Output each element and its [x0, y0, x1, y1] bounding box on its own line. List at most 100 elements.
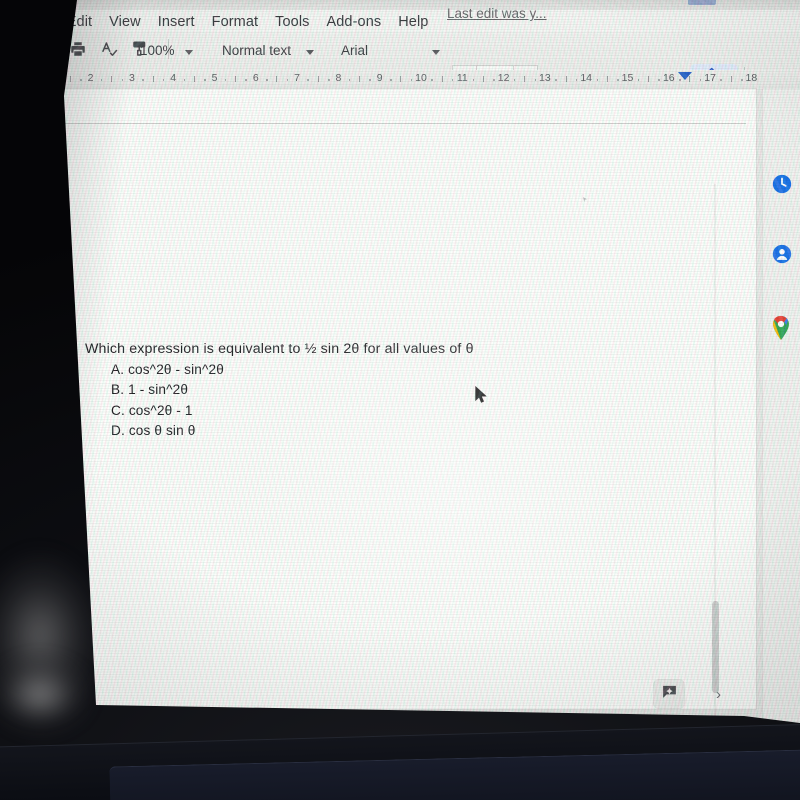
ruler-tick	[565, 76, 567, 82]
ruler-subtick	[741, 79, 743, 81]
expand-panel-chevron-icon[interactable]: ›	[716, 686, 721, 703]
ruler-number: 18	[745, 72, 758, 84]
ruler-subtick	[307, 79, 309, 81]
toolbar: 100% Normal text Arial − 12 + •••	[64, 31, 800, 91]
right-indent-marker[interactable]	[678, 72, 692, 80]
ruler-tick	[276, 76, 278, 82]
ruler-subtick	[224, 79, 227, 81]
ruler-number: 12	[497, 72, 510, 84]
browser-tab-strip[interactable]	[688, 0, 716, 5]
menu-item-view[interactable]: View	[109, 14, 141, 30]
question-text: Which expression is equivalent to ½ sin …	[85, 341, 474, 357]
ruler-number: 14	[580, 72, 593, 84]
ruler-number: 4	[170, 72, 177, 84]
menu-item-format[interactable]: Format	[212, 14, 259, 30]
choice-option-c: C. cos^2θ - 1	[111, 402, 193, 418]
menu-list: File Edit View Insert Format Tools Add-o…	[64, 14, 429, 30]
ruler-subtick	[658, 79, 660, 81]
ruler-tick	[317, 76, 319, 82]
ruler-subtick	[575, 79, 578, 81]
menu-item-help[interactable]: Help	[398, 14, 428, 30]
ruler[interactable]: 1123456789101112131415161718	[64, 70, 800, 90]
vertical-scrollbar-track[interactable]	[714, 184, 716, 723]
ruler-subtick	[472, 79, 475, 81]
ruler-tick	[482, 76, 484, 82]
google-contacts-icon[interactable]	[771, 243, 793, 265]
photo-of-laptop-screen: File Edit View Insert Format Tools Add-o…	[0, 0, 800, 800]
ruler-tick	[606, 76, 608, 82]
explore-icon	[661, 683, 678, 705]
paragraph-style-selector[interactable]: Normal text	[222, 43, 314, 58]
google-calendar-icon[interactable]	[771, 173, 793, 195]
ruler-number: 15	[621, 72, 634, 84]
spelling-check-icon[interactable]	[99, 39, 119, 59]
laptop-screen: File Edit View Insert Format Tools Add-o…	[64, 0, 800, 723]
ruler-number: 9	[376, 72, 383, 84]
zoom-value: 100%	[140, 43, 175, 58]
ruler-subtick	[369, 79, 371, 81]
ruler-subtick	[266, 79, 268, 81]
ruler-number: 17	[704, 72, 716, 84]
ruler-subtick	[720, 79, 722, 81]
chevron-down-icon	[431, 50, 440, 55]
ruler-subtick	[617, 79, 619, 81]
choice-option-a: A. cos^2θ - sin^2θ	[111, 362, 224, 378]
ruler-subtick	[534, 79, 537, 81]
ruler-subtick	[162, 79, 165, 81]
ruler-subtick	[142, 79, 144, 81]
last-edit-status[interactable]: Last edit was y...	[447, 6, 547, 21]
chevron-down-icon	[305, 50, 314, 55]
ruler-number: 7	[294, 72, 301, 84]
document-body-text[interactable]: Which expression is equivalent to ½ sin …	[85, 341, 474, 438]
ruler-number: 8	[335, 72, 342, 84]
ruler-number: 5	[211, 72, 218, 84]
ruler-number: 11	[456, 72, 468, 84]
side-panel: +	[762, 89, 800, 723]
ruler-subtick	[451, 79, 454, 81]
section-break-line	[64, 123, 746, 124]
menu-item-insert[interactable]: Insert	[158, 14, 195, 30]
ruler-tick	[193, 76, 195, 82]
font-family-value: Arial	[341, 43, 369, 58]
font-family-selector[interactable]: Arial	[341, 43, 440, 58]
ruler-subtick	[286, 79, 289, 81]
ruler-tick	[359, 76, 361, 82]
ruler-subtick	[555, 79, 557, 81]
ruler-subtick	[245, 79, 247, 81]
ruler-number: 2	[87, 72, 94, 84]
zoom-selector[interactable]: 100%	[140, 43, 194, 58]
paragraph-style-value: Normal text	[222, 43, 292, 58]
blurred-foreground-object-2	[0, 640, 100, 750]
ruler-subtick	[100, 79, 103, 81]
ruler-subtick	[596, 79, 599, 81]
ruler-tick	[69, 76, 71, 82]
ruler-tick	[524, 76, 526, 82]
ruler-subtick	[637, 79, 640, 81]
ruler-tick	[235, 76, 237, 82]
menu-item-tools[interactable]: Tools	[275, 14, 309, 30]
ruler-subtick	[513, 79, 516, 81]
choice-option-d: D. cos θ sin θ	[111, 422, 196, 438]
ruler-tick	[400, 76, 402, 82]
google-maps-icon[interactable]	[771, 315, 793, 340]
ruler-subtick	[80, 79, 82, 81]
ruler-tick	[730, 76, 732, 82]
ruler-tick	[111, 76, 113, 82]
ruler-tick	[152, 76, 154, 82]
explore-button[interactable]	[654, 680, 684, 708]
ruler-number: 6	[252, 72, 259, 84]
ruler-number: 10	[415, 72, 427, 84]
ruler-tick	[441, 76, 443, 82]
chevron-down-icon	[185, 50, 194, 55]
vertical-scrollbar-thumb[interactable]	[712, 601, 719, 693]
menu-bar: File Edit View Insert Format Tools Add-o…	[64, 6, 800, 32]
ruler-tick	[648, 76, 650, 82]
ruler-subtick	[410, 79, 413, 81]
ruler-subtick	[348, 79, 351, 81]
ruler-number: 3	[128, 72, 135, 84]
ruler-subtick	[183, 79, 186, 81]
ruler-subtick	[493, 79, 495, 81]
menu-item-add-ons[interactable]: Add-ons	[327, 14, 382, 30]
ruler-subtick	[328, 79, 330, 81]
ruler-subtick	[390, 79, 392, 81]
